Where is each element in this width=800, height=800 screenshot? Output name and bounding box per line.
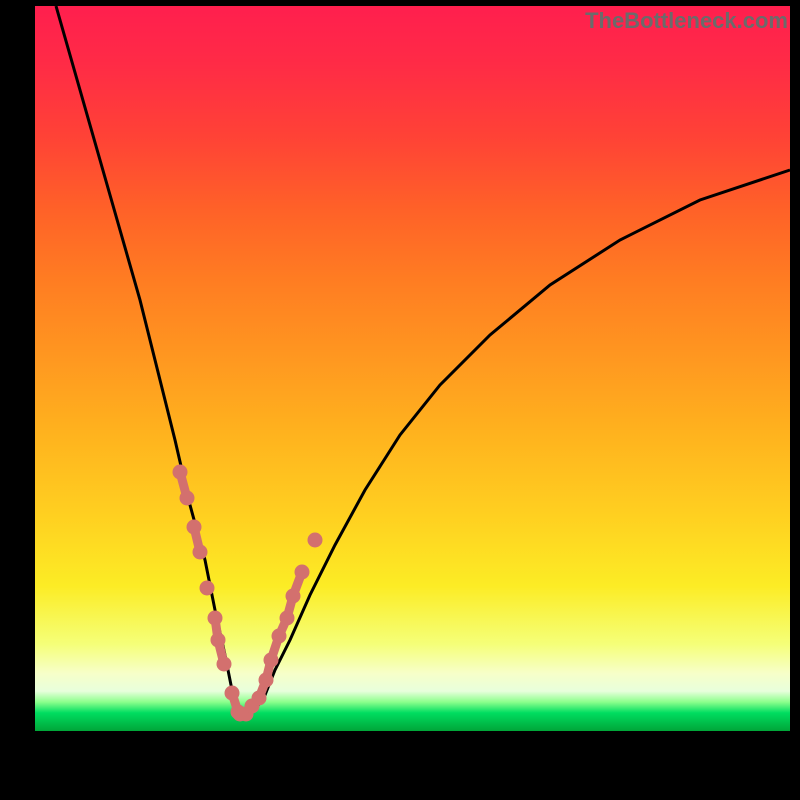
chart-container: TheBottleneck.com	[0, 0, 800, 800]
bottleneck-curve	[56, 6, 790, 715]
data-point	[217, 657, 232, 672]
curve-group	[56, 6, 790, 715]
data-point	[200, 581, 215, 596]
data-point	[308, 533, 323, 548]
data-point	[295, 565, 310, 580]
chart-svg	[0, 0, 800, 800]
watermark-text: TheBottleneck.com	[585, 8, 788, 34]
data-points-group	[173, 465, 323, 722]
data-point	[180, 491, 195, 506]
data-point	[193, 545, 208, 560]
